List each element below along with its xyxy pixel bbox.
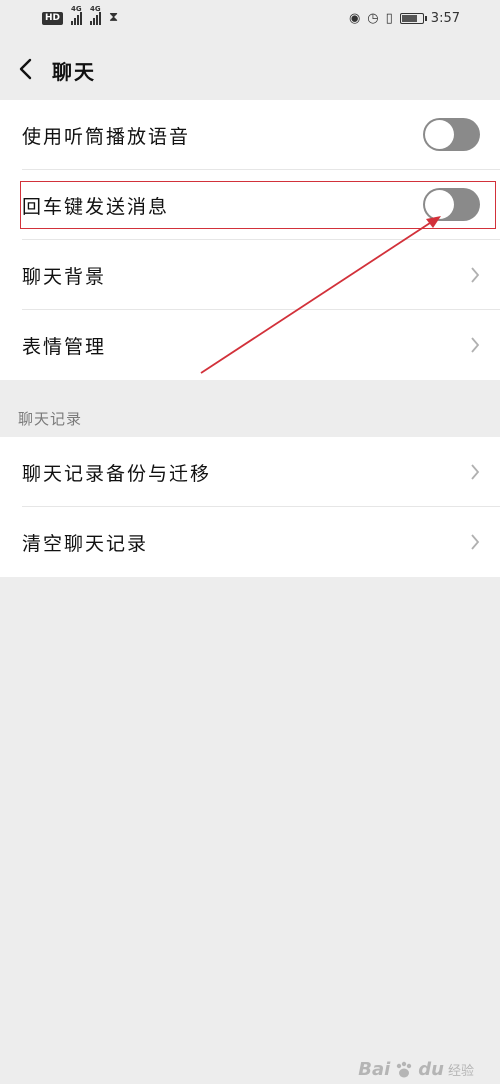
network-type-sim1: 4G: [71, 5, 82, 13]
section-title-chat-history: 聊天记录: [18, 410, 83, 428]
setting-label: 回车键发送消息: [22, 196, 170, 218]
back-arrow-icon[interactable]: [14, 54, 42, 84]
hd-badge: HD: [42, 11, 64, 25]
settings-group: 使用听筒播放语音 回车键发送消息 聊天背景 表情管理: [0, 100, 500, 380]
chevron-right-icon: [471, 267, 480, 283]
watermark-logo-suffix: du: [418, 1059, 444, 1080]
setting-row-clear-history[interactable]: 清空聊天记录: [0, 507, 500, 577]
chevron-right-icon: [471, 337, 480, 353]
watermark-text: 经验: [447, 1064, 474, 1079]
setting-row-chat-background[interactable]: 聊天背景: [0, 240, 500, 310]
signal-icon-sim1: 4G: [71, 5, 83, 25]
status-bar-left: HD 4G 4G ⧗: [42, 5, 119, 25]
setting-label: 使用听筒播放语音: [22, 126, 191, 148]
nav-bar: 聊天: [0, 40, 500, 100]
setting-row-enter-to-send[interactable]: 回车键发送消息: [0, 170, 500, 240]
alarm-icon: ◷: [367, 10, 379, 26]
eye-icon: ◉: [348, 10, 361, 26]
signal-icon-sim2: 4G: [90, 5, 102, 25]
setting-row-backup-migrate[interactable]: 聊天记录备份与迁移: [0, 437, 500, 507]
setting-label: 表情管理: [22, 336, 107, 358]
status-bar: HD 4G 4G ⧗ ◉ ◷ ▯ 3:57: [0, 0, 500, 40]
toggle-knob: [425, 190, 454, 219]
enter-to-send-toggle[interactable]: [423, 188, 480, 221]
paw-icon: [397, 1061, 412, 1077]
setting-label: 聊天背景: [22, 266, 107, 288]
chevron-right-icon: [471, 534, 480, 550]
setting-row-earpiece[interactable]: 使用听筒播放语音: [0, 100, 500, 170]
network-type-sim2: 4G: [90, 5, 101, 13]
hourglass-icon: ⧗: [109, 10, 119, 25]
battery-icon: [399, 13, 427, 24]
setting-row-sticker-management[interactable]: 表情管理: [0, 310, 500, 380]
setting-label: 聊天记录备份与迁移: [22, 463, 212, 485]
watermark-logo-text: Bai: [358, 1059, 391, 1080]
vibrate-icon: ▯: [385, 10, 393, 26]
watermark: Bai du 经验: [358, 1059, 474, 1080]
page-title: 聊天: [52, 60, 96, 84]
setting-label: 清空聊天记录: [22, 533, 149, 555]
toggle-knob: [425, 120, 454, 149]
earpiece-toggle[interactable]: [423, 118, 480, 151]
chat-history-group: 聊天记录备份与迁移 清空聊天记录: [0, 437, 500, 577]
status-bar-right: ◉ ◷ ▯ 3:57: [349, 11, 460, 26]
status-time: 3:57: [430, 11, 460, 26]
chevron-right-icon: [471, 464, 480, 480]
